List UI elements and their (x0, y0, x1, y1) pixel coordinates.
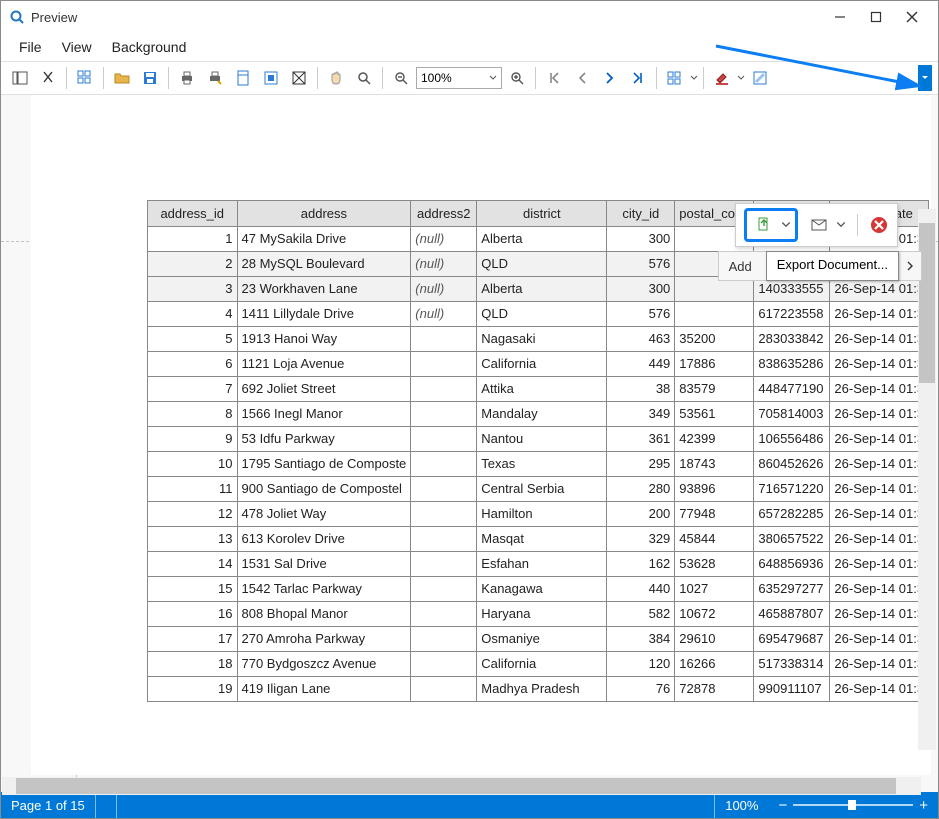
chevron-down-icon[interactable] (737, 74, 745, 82)
table-row: 16808 Bhopal ManorHaryana582106724658878… (148, 601, 929, 626)
multipage-icon[interactable] (662, 65, 688, 91)
sidebar-icon[interactable] (7, 65, 33, 91)
zoom-combobox[interactable]: 100% (416, 67, 502, 89)
send-email-button[interactable] (806, 212, 832, 238)
table-row: 81566 Inegl ManorMandalay349535617058140… (148, 401, 929, 426)
zoom-out-icon[interactable] (388, 65, 414, 91)
print-icon[interactable] (174, 65, 200, 91)
table-row: 953 Idfu ParkwayNantou361423991065564862… (148, 426, 929, 451)
column-header[interactable]: address2 (411, 201, 477, 226)
open-icon[interactable] (109, 65, 135, 91)
table-row: 18770 Bydgoszcz AvenueCalifornia12016266… (148, 651, 929, 676)
table-row: 101795 Santiago de ComposteTexas29518743… (148, 451, 929, 476)
table-row: 19419 Iligan LaneMadhya Pradesh767287899… (148, 676, 929, 701)
horizontal-scrollbar[interactable] (2, 777, 921, 795)
hand-icon[interactable] (323, 65, 349, 91)
toolbar-overflow-button[interactable] (918, 65, 932, 91)
zoom-in-icon[interactable] (504, 65, 530, 91)
column-header[interactable]: city_id (607, 201, 675, 226)
page-setup-icon[interactable] (230, 65, 256, 91)
table-row: 141531 Sal DriveEsfahan16253628648856936… (148, 551, 929, 576)
status-blank (96, 792, 117, 818)
close-preview-button[interactable] (869, 215, 889, 235)
window-title: Preview (31, 10, 822, 25)
zoom-plus-icon[interactable]: + (919, 797, 928, 814)
table-row: 11900 Santiago de CompostelCentral Serbi… (148, 476, 929, 501)
thumbnails-icon[interactable] (72, 65, 98, 91)
toolbar: 100% (1, 61, 938, 95)
vertical-scrollbar[interactable] (918, 209, 936, 750)
prev-page-icon[interactable] (569, 65, 595, 91)
chevron-down-icon (489, 74, 497, 82)
report-page: address_idaddressaddress2districtcity_id… (31, 95, 931, 775)
column-header[interactable]: address (237, 201, 411, 226)
zoom-value: 100% (421, 71, 489, 85)
table-row: 61121 Loja AvenueCalifornia4491788683863… (148, 351, 929, 376)
maximize-button[interactable] (858, 3, 894, 31)
export-document-button-highlight (744, 208, 798, 242)
margins-icon[interactable] (286, 65, 312, 91)
last-page-icon[interactable] (625, 65, 651, 91)
minimize-button[interactable] (822, 3, 858, 31)
quick-print-icon[interactable] (202, 65, 228, 91)
chevron-down-icon[interactable] (690, 74, 698, 82)
page-indicator: Page 1 of 15 (1, 792, 96, 818)
next-page-icon[interactable] (597, 65, 623, 91)
table-row: 7692 Joliet StreetAttika3883579448477190… (148, 376, 929, 401)
menu-view[interactable]: View (54, 35, 100, 59)
first-page-icon[interactable] (541, 65, 567, 91)
table-row: 17270 Amroha ParkwayOsmaniye384296106954… (148, 626, 929, 651)
menu-file[interactable]: File (11, 35, 50, 59)
preview-area: Add Export Document... address_idaddress… (1, 95, 938, 792)
table-row: 13613 Korolev DriveMasqat329458443806575… (148, 526, 929, 551)
zoom-percent: 100% (714, 792, 768, 818)
column-header[interactable]: address_id (148, 201, 237, 226)
bgcolor-icon[interactable] (709, 65, 735, 91)
export-document-tooltip: Export Document... (766, 251, 899, 281)
overflow-popup-toolbar (735, 203, 898, 247)
statusbar: Page 1 of 15 100% − + (1, 792, 938, 818)
table-row: 12478 Joliet WayHamilton2007794865728228… (148, 501, 929, 526)
close-button[interactable] (894, 3, 930, 31)
app-icon (9, 9, 25, 25)
table-row: 51913 Hanoi WayNagasaki46335200283033842… (148, 326, 929, 351)
save-icon[interactable] (137, 65, 163, 91)
table-row: 41411 Lillydale Drive(null)QLD5766172235… (148, 301, 929, 326)
zoom-slider[interactable]: − + (768, 797, 938, 814)
magnifier-icon[interactable] (351, 65, 377, 91)
titlebar: Preview (1, 1, 938, 33)
overflow-buttons-row: Add Export Document... (718, 251, 922, 281)
scale-icon[interactable] (258, 65, 284, 91)
search-icon[interactable] (35, 65, 61, 91)
table-row: 151542 Tarlac ParkwayKanagawa44010276352… (148, 576, 929, 601)
scroll-right-icon[interactable] (899, 252, 921, 280)
menubar: File View Background (1, 33, 938, 61)
zoom-minus-icon[interactable]: − (778, 797, 787, 814)
chevron-down-icon[interactable] (836, 220, 846, 230)
chevron-down-icon[interactable] (781, 220, 791, 230)
add-or-customize-label[interactable]: Add (719, 252, 767, 280)
menu-background[interactable]: Background (104, 35, 195, 59)
column-header[interactable]: district (477, 201, 607, 226)
watermark-icon[interactable] (747, 65, 773, 91)
export-document-button[interactable] (751, 212, 777, 238)
